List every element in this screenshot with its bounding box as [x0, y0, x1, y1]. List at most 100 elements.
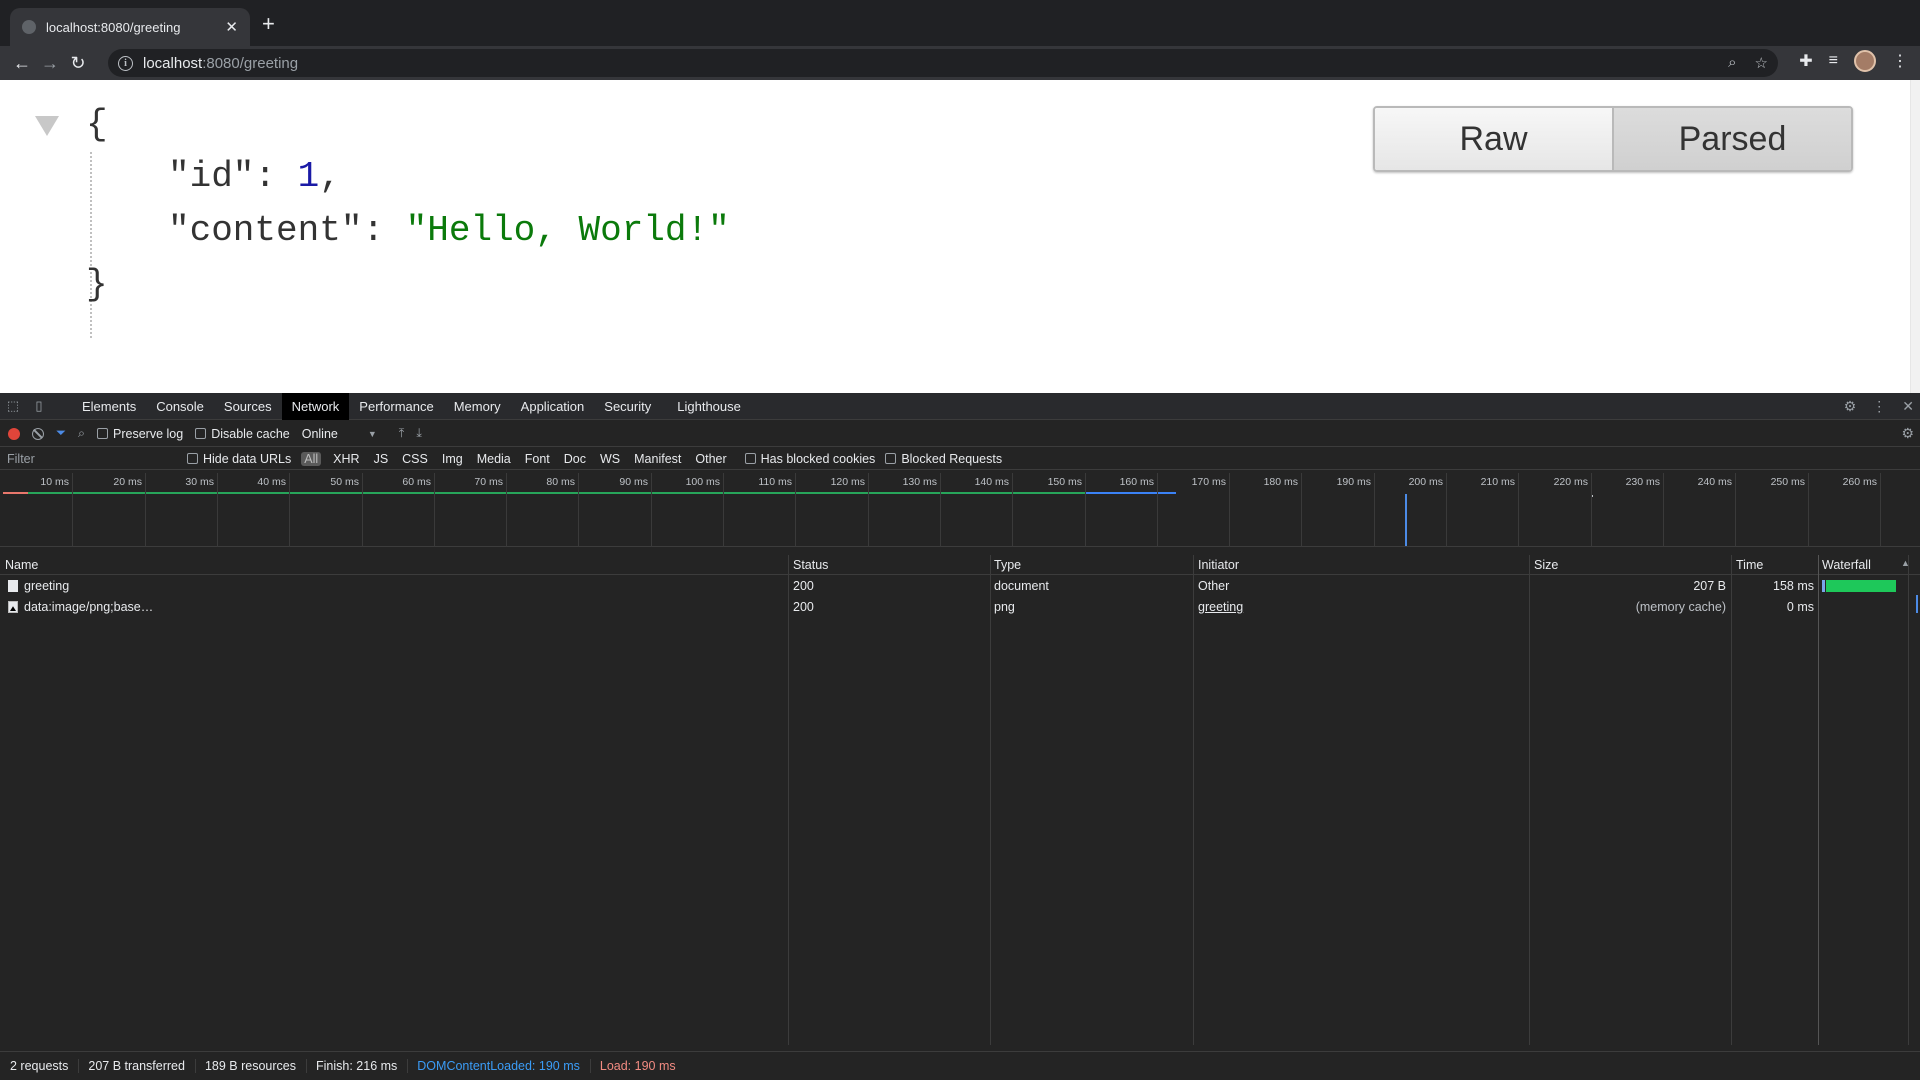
- raw-button[interactable]: Raw: [1375, 108, 1614, 170]
- settings-gear-icon[interactable]: ⚙: [1844, 398, 1857, 415]
- type-filter-other[interactable]: Other: [693, 452, 728, 466]
- inspect-element-icon[interactable]: ⬚: [0, 398, 26, 414]
- timeline-tick-label: 20 ms: [113, 476, 142, 488]
- profile-avatar[interactable]: [1854, 50, 1876, 72]
- more-options-icon[interactable]: ⋮: [1872, 398, 1886, 415]
- page-scrollbar[interactable]: [1910, 80, 1920, 393]
- overview-start-marker: [3, 492, 31, 494]
- type-filter-js[interactable]: JS: [372, 452, 391, 466]
- browser-tab[interactable]: localhost:8080/greeting ✕: [10, 8, 250, 46]
- parsed-button[interactable]: Parsed: [1614, 108, 1851, 170]
- filter-input[interactable]: Filter: [7, 452, 177, 466]
- tab-lighthouse[interactable]: Lighthouse: [667, 393, 751, 420]
- device-toolbar-icon[interactable]: ▯: [26, 398, 52, 414]
- timeline-tick-label: 210 ms: [1480, 476, 1515, 488]
- column-size-header[interactable]: Size: [1534, 558, 1558, 572]
- type-filter-all[interactable]: All: [301, 451, 322, 466]
- type-filter-css[interactable]: CSS: [400, 452, 430, 466]
- request-initiator-link[interactable]: greeting: [1198, 600, 1243, 614]
- type-filter-doc[interactable]: Doc: [562, 452, 588, 466]
- column-status-header[interactable]: Status: [793, 558, 828, 572]
- waterfall-bar[interactable]: [1822, 580, 1896, 592]
- timeline-tick: 20 ms: [113, 473, 146, 547]
- type-filter-font[interactable]: Font: [523, 452, 552, 466]
- forward-button[interactable]: →: [36, 53, 64, 74]
- address-bar[interactable]: i localhost:8080/greeting ⌕ ☆: [108, 49, 1778, 77]
- record-icon[interactable]: [8, 427, 20, 440]
- clear-icon[interactable]: [32, 427, 44, 440]
- tab-elements[interactable]: Elements: [72, 393, 146, 420]
- filter-icon[interactable]: ⏷: [56, 426, 66, 441]
- timeline-tick: 110 ms: [758, 473, 796, 547]
- media-queue-icon[interactable]: ≡: [1829, 52, 1838, 70]
- tab-sources[interactable]: Sources: [214, 393, 282, 420]
- tab-performance[interactable]: Performance: [349, 393, 443, 420]
- reload-button[interactable]: ↻: [64, 53, 92, 74]
- blocked-requests-checkbox[interactable]: Blocked Requests: [885, 452, 1002, 466]
- column-time-header[interactable]: Time: [1736, 558, 1763, 572]
- type-filter-ws[interactable]: WS: [598, 452, 622, 466]
- request-time: 158 ms: [1773, 579, 1814, 593]
- request-name[interactable]: greeting: [8, 579, 69, 593]
- timeline-tick-label: 200 ms: [1408, 476, 1443, 488]
- network-settings-gear-icon[interactable]: ⚙: [1901, 425, 1914, 442]
- timeline-tick: 40 ms: [257, 473, 290, 547]
- table-row[interactable]: data:image/png;base… 200 png greeting (m…: [0, 595, 1920, 617]
- raw-parsed-toggle: Raw Parsed: [1373, 106, 1853, 172]
- timeline-tick-label: 230 ms: [1625, 476, 1660, 488]
- column-waterfall-header[interactable]: Waterfall: [1822, 558, 1871, 572]
- import-har-icon[interactable]: ⤒: [399, 426, 405, 441]
- timeline-tick-label: 180 ms: [1263, 476, 1298, 488]
- network-overview-timeline[interactable]: 10 ms 20 ms 30 ms 40 ms 50 ms 60 ms 70 ms 80 ms…: [0, 473, 1920, 547]
- close-devtools-icon[interactable]: ✕: [1902, 398, 1914, 415]
- throttling-select[interactable]: Online ▼: [302, 427, 377, 441]
- tab-console[interactable]: Console: [146, 393, 214, 420]
- devtools-tab-bar: ⬚ ▯ Elements Console Sources Network Per…: [0, 392, 1920, 420]
- timeline-tick: 260 ms: [1843, 473, 1881, 547]
- column-type-header[interactable]: Type: [994, 558, 1021, 572]
- preserve-log-checkbox[interactable]: Preserve log: [97, 427, 183, 441]
- has-blocked-cookies-checkbox[interactable]: Has blocked cookies: [744, 452, 875, 466]
- close-tab-icon[interactable]: ✕: [225, 18, 238, 36]
- load-time: Load: 190 ms: [599, 1059, 676, 1073]
- type-filter-media[interactable]: Media: [475, 452, 513, 466]
- timeline-tick-label: 90 ms: [619, 476, 648, 488]
- column-initiator-header[interactable]: Initiator: [1198, 558, 1239, 572]
- tab-network[interactable]: Network: [281, 392, 350, 420]
- new-tab-button[interactable]: +: [262, 12, 275, 36]
- request-name[interactable]: data:image/png;base…: [8, 600, 153, 614]
- timeline-tick-label: 130 ms: [902, 476, 937, 488]
- browser-toolbar: ← → ↻ i localhost:8080/greeting ⌕ ☆ ✚ ≡ …: [0, 46, 1920, 80]
- search-icon[interactable]: ⌕: [78, 426, 85, 441]
- browser-menu-icon[interactable]: ⋮: [1892, 51, 1908, 71]
- document-icon: [8, 580, 18, 592]
- request-status: 200: [793, 600, 814, 614]
- zoom-icon[interactable]: ⌕: [1728, 54, 1736, 72]
- site-info-icon[interactable]: i: [118, 55, 133, 71]
- column-name-header[interactable]: Name: [5, 558, 38, 572]
- requests-table-header: Name Status Type Initiator Size Time Wat…: [0, 555, 1920, 575]
- collapse-triangle-icon[interactable]: [35, 116, 59, 136]
- hide-data-urls-checkbox[interactable]: Hide data URLs: [187, 452, 291, 466]
- timeline-tick-label: 250 ms: [1770, 476, 1805, 488]
- timeline-tick: 10 ms: [40, 473, 73, 547]
- bookmark-star-icon[interactable]: ☆: [1755, 54, 1768, 72]
- timeline-tick-label: 30 ms: [185, 476, 214, 488]
- type-filter-xhr[interactable]: XHR: [331, 452, 361, 466]
- dom-content-loaded-time: DOMContentLoaded: 190 ms: [417, 1059, 591, 1073]
- back-button[interactable]: ←: [8, 53, 36, 74]
- type-filter-manifest[interactable]: Manifest: [632, 452, 683, 466]
- resources-size: 189 B resources: [205, 1059, 307, 1073]
- timeline-tick-label: 40 ms: [257, 476, 286, 488]
- type-filter-img[interactable]: Img: [440, 452, 465, 466]
- export-har-icon[interactable]: ⤓: [416, 426, 422, 441]
- table-row[interactable]: greeting 200 document Other 207 B 158 ms: [0, 576, 1920, 596]
- tab-memory[interactable]: Memory: [444, 393, 511, 420]
- url-text[interactable]: localhost:8080/greeting: [143, 55, 298, 72]
- extensions-puzzle-icon[interactable]: ✚: [1799, 51, 1812, 71]
- timeline-tick-label: 100 ms: [685, 476, 720, 488]
- requests-count: 2 requests: [10, 1059, 80, 1073]
- tab-security[interactable]: Security: [594, 393, 661, 420]
- tab-application[interactable]: Application: [511, 393, 595, 420]
- disable-cache-checkbox[interactable]: Disable cache: [195, 427, 290, 441]
